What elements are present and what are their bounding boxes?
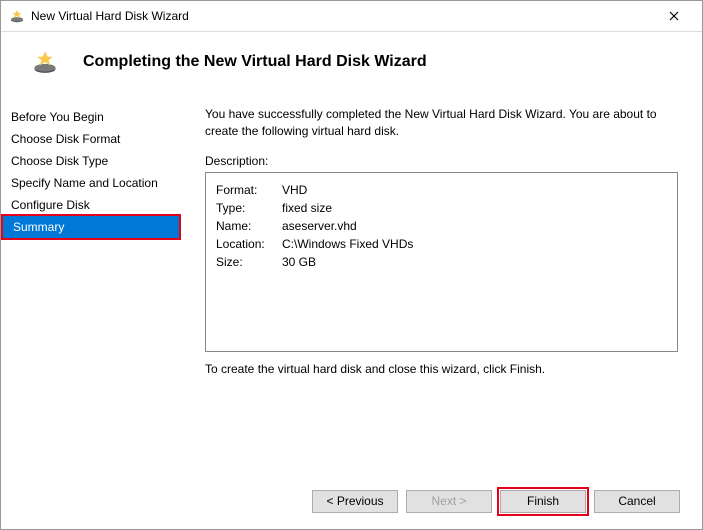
sidebar-item-before-you-begin[interactable]: Before You Begin <box>1 106 181 128</box>
description-label: Description: <box>205 154 678 168</box>
detail-key: Format: <box>216 181 282 199</box>
detail-value: VHD <box>282 181 307 199</box>
next-button: Next > <box>406 490 492 513</box>
window-title: New Virtual Hard Disk Wizard <box>31 9 654 23</box>
detail-format: Format: VHD <box>216 181 667 199</box>
wizard-steps-sidebar: Before You Begin Choose Disk Format Choo… <box>1 92 181 473</box>
intro-text: You have successfully completed the New … <box>205 106 678 140</box>
sidebar-item-configure-disk[interactable]: Configure Disk <box>1 194 181 216</box>
wizard-header: Completing the New Virtual Hard Disk Wiz… <box>1 32 702 92</box>
finish-button[interactable]: Finish <box>500 490 586 513</box>
closing-text: To create the virtual hard disk and clos… <box>205 362 678 376</box>
button-bar: < Previous Next > Finish Cancel <box>1 473 702 529</box>
sidebar-highlight: Summary <box>1 214 181 240</box>
detail-key: Location: <box>216 235 282 253</box>
main-panel: You have successfully completed the New … <box>181 92 702 473</box>
detail-value: 30 GB <box>282 253 316 271</box>
detail-key: Type: <box>216 199 282 217</box>
detail-value: aseserver.vhd <box>282 217 357 235</box>
disk-wizard-icon-large <box>31 48 59 76</box>
sidebar-item-specify-name-location[interactable]: Specify Name and Location <box>1 172 181 194</box>
page-title: Completing the New Virtual Hard Disk Wiz… <box>83 53 427 71</box>
sidebar-item-choose-disk-format[interactable]: Choose Disk Format <box>1 128 181 150</box>
detail-size: Size: 30 GB <box>216 253 667 271</box>
titlebar: New Virtual Hard Disk Wizard <box>1 1 702 32</box>
previous-button[interactable]: < Previous <box>312 490 398 513</box>
cancel-button[interactable]: Cancel <box>594 490 680 513</box>
detail-key: Name: <box>216 217 282 235</box>
sidebar-item-choose-disk-type[interactable]: Choose Disk Type <box>1 150 181 172</box>
content-area: Before You Begin Choose Disk Format Choo… <box>1 92 702 473</box>
detail-value: fixed size <box>282 199 332 217</box>
detail-type: Type: fixed size <box>216 199 667 217</box>
disk-wizard-icon <box>9 8 25 24</box>
description-box: Format: VHD Type: fixed size Name: asese… <box>205 172 678 352</box>
close-button[interactable] <box>654 2 694 30</box>
detail-location: Location: C:\Windows Fixed VHDs <box>216 235 667 253</box>
sidebar-item-summary[interactable]: Summary <box>3 216 179 238</box>
detail-value: C:\Windows Fixed VHDs <box>282 235 413 253</box>
detail-name: Name: aseserver.vhd <box>216 217 667 235</box>
detail-key: Size: <box>216 253 282 271</box>
